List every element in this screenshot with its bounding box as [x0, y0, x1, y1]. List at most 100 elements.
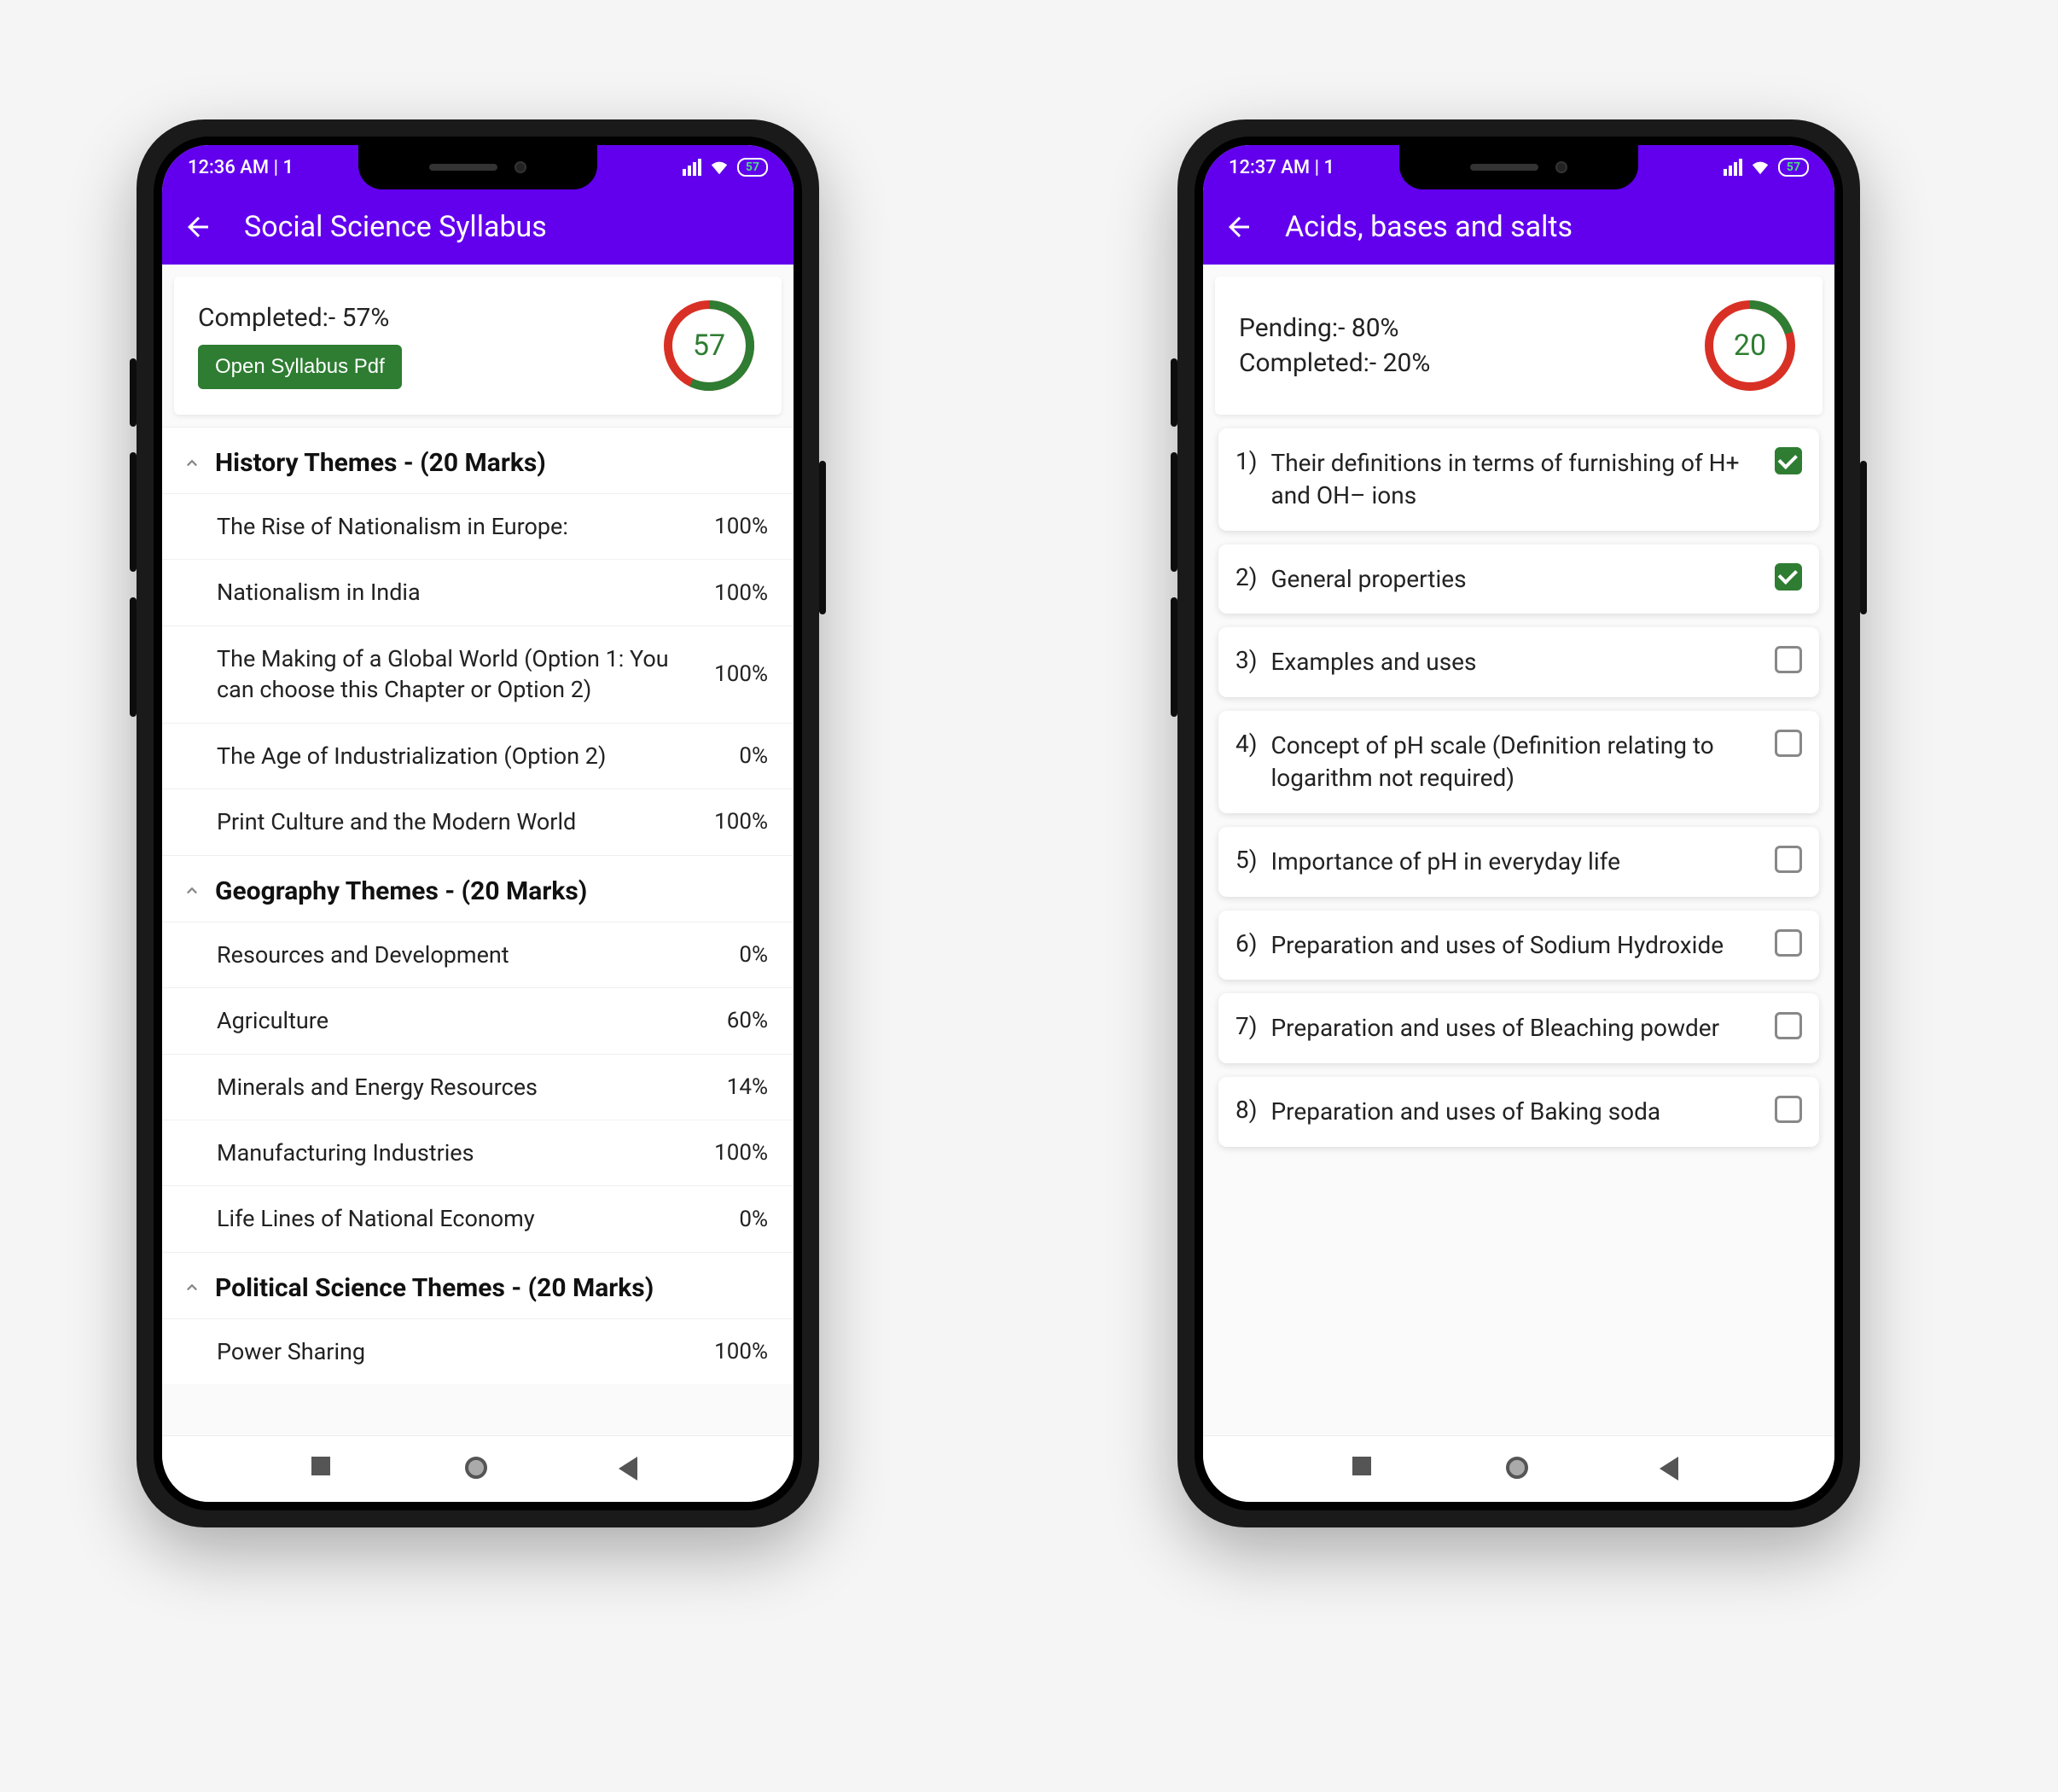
app-title: Acids, bases and salts	[1285, 210, 1573, 244]
task-card[interactable]: 6) Preparation and uses of Sodium Hydrox…	[1218, 911, 1819, 980]
topic-name: Life Lines of National Economy	[217, 1203, 722, 1234]
back-arrow-icon[interactable]	[183, 212, 213, 242]
topic-row[interactable]: Agriculture 60%	[162, 987, 794, 1053]
topic-row[interactable]: Minerals and Energy Resources 14%	[162, 1054, 794, 1120]
task-text: General properties	[1270, 563, 1761, 596]
signal-icon	[683, 159, 701, 176]
pending-label: Pending:- 80%	[1239, 313, 1430, 343]
topic-row[interactable]: Manufacturing Industries 100%	[162, 1120, 794, 1185]
section-header[interactable]: Political Science Themes - (20 Marks)	[162, 1252, 794, 1318]
topic-row[interactable]: The Rise of Nationalism in Europe: 100%	[162, 493, 794, 559]
task-number: 8)	[1235, 1096, 1257, 1124]
task-checkbox[interactable]	[1775, 929, 1802, 957]
task-checkbox[interactable]	[1775, 730, 1802, 757]
battery-icon: 57	[1778, 158, 1809, 177]
task-card[interactable]: 4) Concept of pH scale (Definition relat…	[1218, 711, 1819, 813]
system-nav-bar	[162, 1435, 794, 1502]
task-card[interactable]: 2) General properties	[1218, 544, 1819, 614]
summary-card: Pending:- 80% Completed:- 20% 20	[1215, 276, 1823, 415]
topic-percent: 100%	[714, 809, 768, 835]
nav-back-button[interactable]	[619, 1457, 644, 1482]
task-checkbox[interactable]	[1775, 1096, 1802, 1123]
phone-frame-right: 12:37 AM | 1 57 Acids, bases and salts P…	[1177, 119, 1860, 1527]
status-time: 12:36 AM | 1	[188, 157, 294, 178]
topic-percent: 0%	[739, 1207, 768, 1232]
task-text: Concept of pH scale (Definition relating…	[1270, 730, 1761, 794]
completed-label: Completed:- 20%	[1239, 348, 1430, 378]
topic-percent: 100%	[714, 1140, 768, 1166]
topic-name: The Age of Industrialization (Option 2)	[217, 741, 722, 771]
task-number: 5)	[1235, 846, 1257, 874]
section-title: Geography Themes - (20 Marks)	[215, 876, 587, 906]
phone-notch	[1399, 145, 1638, 189]
task-checkbox[interactable]	[1775, 1012, 1802, 1039]
task-card[interactable]: 8) Preparation and uses of Baking soda	[1218, 1077, 1819, 1147]
task-text: Preparation and uses of Sodium Hydroxide	[1270, 929, 1761, 962]
topic-percent: 100%	[714, 661, 768, 687]
topic-percent: 60%	[727, 1008, 768, 1033]
battery-icon: 57	[737, 158, 768, 177]
topic-percent: 14%	[727, 1074, 768, 1100]
topic-name: Nationalism in India	[217, 577, 697, 608]
task-number: 4)	[1235, 730, 1257, 758]
section-title: Political Science Themes - (20 Marks)	[215, 1273, 654, 1303]
nav-home-button[interactable]	[465, 1457, 491, 1482]
task-text: Importance of pH in everyday life	[1270, 846, 1761, 878]
phone-frame-left: 12:36 AM | 1 57 Social Science Syllabus …	[137, 119, 819, 1527]
topic-name: Minerals and Energy Resources	[217, 1072, 710, 1103]
topic-name: Print Culture and the Modern World	[217, 806, 697, 837]
wifi-icon	[710, 160, 729, 175]
progress-ring: 57	[660, 297, 758, 394]
back-arrow-icon[interactable]	[1224, 212, 1254, 242]
topic-row[interactable]: Nationalism in India 100%	[162, 559, 794, 625]
task-checkbox[interactable]	[1775, 846, 1802, 873]
status-time: 12:37 AM | 1	[1229, 157, 1334, 178]
topic-row[interactable]: Print Culture and the Modern World 100%	[162, 788, 794, 854]
task-text: Their definitions in terms of furnishing…	[1270, 447, 1761, 512]
task-card[interactable]: 5) Importance of pH in everyday life	[1218, 827, 1819, 897]
nav-recents-button[interactable]	[1352, 1457, 1378, 1482]
task-card[interactable]: 1) Their definitions in terms of furnish…	[1218, 428, 1819, 531]
topic-row[interactable]: Life Lines of National Economy 0%	[162, 1185, 794, 1251]
task-number: 1)	[1235, 447, 1257, 475]
section-header[interactable]: Geography Themes - (20 Marks)	[162, 855, 794, 922]
wifi-icon	[1751, 160, 1770, 175]
open-syllabus-pdf-button[interactable]: Open Syllabus Pdf	[198, 345, 402, 389]
task-checkbox[interactable]	[1775, 646, 1802, 673]
task-number: 6)	[1235, 929, 1257, 957]
chevron-up-icon	[183, 881, 201, 900]
task-checkbox[interactable]	[1775, 447, 1802, 474]
topic-name: Manufacturing Industries	[217, 1137, 697, 1168]
topic-percent: 0%	[739, 743, 768, 769]
app-title: Social Science Syllabus	[244, 210, 547, 244]
nav-recents-button[interactable]	[311, 1457, 337, 1482]
topic-percent: 100%	[714, 580, 768, 606]
topic-name: The Making of a Global World (Option 1: …	[217, 643, 697, 706]
topic-percent: 100%	[714, 1339, 768, 1364]
nav-home-button[interactable]	[1506, 1457, 1532, 1482]
progress-ring: 20	[1701, 297, 1799, 394]
task-text: Preparation and uses of Baking soda	[1270, 1096, 1761, 1128]
task-card[interactable]: 7) Preparation and uses of Bleaching pow…	[1218, 993, 1819, 1063]
nav-back-button[interactable]	[1660, 1457, 1685, 1482]
completed-label: Completed:- 57%	[198, 303, 402, 333]
topic-row[interactable]: Resources and Development 0%	[162, 922, 794, 987]
summary-card: Completed:- 57% Open Syllabus Pdf 57	[174, 276, 782, 415]
task-card[interactable]: 3) Examples and uses	[1218, 627, 1819, 697]
system-nav-bar	[1203, 1435, 1834, 1502]
task-checkbox[interactable]	[1775, 563, 1802, 591]
topic-row[interactable]: The Age of Industrialization (Option 2) …	[162, 723, 794, 788]
chevron-up-icon	[183, 454, 201, 473]
phone-notch	[358, 145, 597, 189]
topic-name: The Rise of Nationalism in Europe:	[217, 511, 697, 542]
progress-value: 57	[693, 329, 725, 363]
section-title: History Themes - (20 Marks)	[215, 448, 546, 478]
content-area[interactable]: Pending:- 80% Completed:- 20% 20 1) Thei…	[1203, 265, 1834, 1435]
section-header[interactable]: History Themes - (20 Marks)	[162, 427, 794, 493]
topic-row[interactable]: The Making of a Global World (Option 1: …	[162, 625, 794, 723]
task-number: 3)	[1235, 646, 1257, 674]
topic-row[interactable]: Power Sharing 100%	[162, 1318, 794, 1384]
app-bar: Acids, bases and salts	[1203, 189, 1834, 265]
task-text: Preparation and uses of Bleaching powder	[1270, 1012, 1761, 1044]
content-area[interactable]: Completed:- 57% Open Syllabus Pdf 57 His…	[162, 265, 794, 1435]
